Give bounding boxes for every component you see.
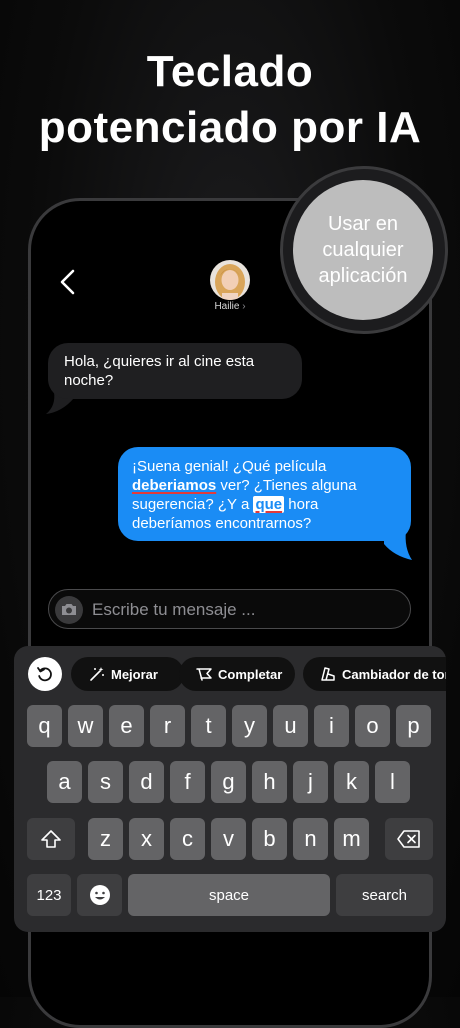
key-e[interactable]: e: [109, 705, 144, 747]
badge-line-2: cualquier: [322, 239, 404, 261]
key-r[interactable]: r: [150, 705, 185, 747]
key-x[interactable]: x: [129, 818, 164, 860]
improve-label: Mejorar: [111, 666, 158, 682]
search-key[interactable]: search: [336, 874, 433, 916]
key-t[interactable]: t: [191, 705, 226, 747]
shift-icon: [41, 830, 61, 848]
incoming-message: Hola, ¿quieres ir al cine esta noche?: [48, 343, 302, 399]
key-u[interactable]: u: [273, 705, 308, 747]
key-v[interactable]: v: [211, 818, 246, 860]
key-q[interactable]: q: [27, 705, 62, 747]
misspelled-word[interactable]: deberiamos: [132, 477, 216, 494]
emoji-key[interactable]: [77, 874, 122, 916]
magic-wand-icon: [90, 667, 104, 681]
key-n[interactable]: n: [293, 818, 328, 860]
key-w[interactable]: w: [68, 705, 103, 747]
shift-key[interactable]: [27, 818, 75, 860]
palette-icon: [321, 667, 335, 681]
space-key[interactable]: space: [128, 874, 330, 916]
marketing-headline: Teclado potenciado por IA: [0, 44, 460, 156]
key-d[interactable]: d: [129, 761, 164, 803]
message-input[interactable]: [92, 598, 392, 622]
flag-icon: [196, 668, 212, 681]
complete-label: Completar: [218, 666, 283, 682]
contact-photo-icon: [210, 260, 250, 300]
outgoing-message: ¡Suena genial! ¿Qué película deberiamos …: [118, 447, 411, 541]
complete-button[interactable]: Completar: [179, 657, 295, 691]
backspace-icon: [397, 830, 420, 848]
headline-line-1: Teclado: [146, 47, 314, 96]
camera-icon: [62, 604, 76, 615]
key-k[interactable]: k: [334, 761, 369, 803]
headline-line-2: potenciado por IA: [38, 103, 422, 152]
misspelled-word-2[interactable]: que: [253, 496, 285, 513]
key-p[interactable]: p: [396, 705, 431, 747]
key-m[interactable]: m: [334, 818, 369, 860]
key-h[interactable]: h: [252, 761, 287, 803]
outgoing-text-1: ¡Suena genial! ¿Qué película: [132, 458, 327, 475]
numbers-key[interactable]: 123: [27, 874, 71, 916]
badge-line-1: Usar en: [327, 213, 398, 235]
key-y[interactable]: y: [232, 705, 267, 747]
key-i[interactable]: i: [314, 705, 349, 747]
avatar[interactable]: [210, 260, 250, 300]
any-app-badge: Usar en cualquier aplicación: [293, 180, 433, 320]
tone-label: Cambiador de tono: [342, 666, 446, 682]
backspace-key[interactable]: [385, 818, 433, 860]
emoji-icon: [89, 885, 110, 905]
back-chevron-icon[interactable]: [58, 268, 78, 296]
key-j[interactable]: j: [293, 761, 328, 803]
improve-button[interactable]: Mejorar: [71, 657, 184, 691]
badge-line-3: aplicación: [318, 265, 408, 287]
key-g[interactable]: g: [211, 761, 246, 803]
key-f[interactable]: f: [170, 761, 205, 803]
key-c[interactable]: c: [170, 818, 205, 860]
key-o[interactable]: o: [355, 705, 390, 747]
key-a[interactable]: a: [47, 761, 82, 803]
key-z[interactable]: z: [88, 818, 123, 860]
ai-toolbar: Mejorar Completar Cambiador de tono: [14, 646, 446, 706]
key-b[interactable]: b: [252, 818, 287, 860]
camera-button[interactable]: [55, 596, 83, 624]
tone-changer-button[interactable]: Cambiador de tono: [303, 657, 446, 691]
key-l[interactable]: l: [375, 761, 410, 803]
key-s[interactable]: s: [88, 761, 123, 803]
contact-name[interactable]: Hailie ›: [200, 301, 260, 312]
